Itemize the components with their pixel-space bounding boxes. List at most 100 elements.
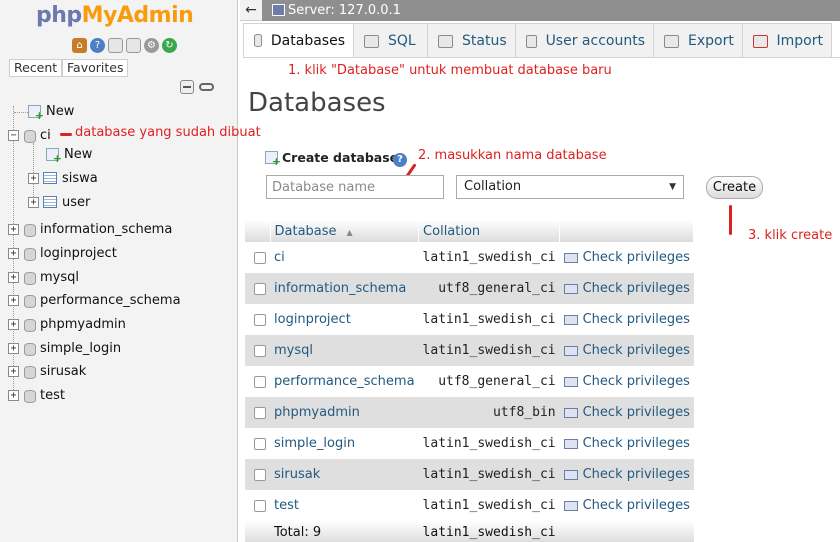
tree-item-loginproject[interactable]: + loginproject: [8, 243, 117, 263]
tree-item-mysql[interactable]: + mysql: [8, 267, 79, 287]
table-icon: [43, 172, 57, 184]
privileges-icon: [563, 500, 578, 511]
link-with-main-icon[interactable]: [199, 83, 214, 91]
home-icon[interactable]: ⌂: [72, 38, 87, 53]
check-privileges-label: Check privileges: [582, 374, 690, 389]
tab-label: SQL: [388, 33, 416, 49]
row-select-cell: [245, 304, 270, 335]
expand-icon[interactable]: +: [8, 318, 19, 330]
row-checkbox[interactable]: [254, 344, 266, 357]
recent-tab[interactable]: Recent: [9, 59, 63, 77]
expand-icon[interactable]: +: [8, 365, 19, 377]
docs-icon[interactable]: [108, 38, 123, 53]
total-blank-cell: [245, 521, 270, 542]
database-name-link[interactable]: sirusak: [274, 467, 320, 482]
database-name-link[interactable]: information_schema: [274, 281, 406, 296]
reload-icon[interactable]: ↻: [162, 38, 177, 53]
help-icon[interactable]: ?: [393, 153, 407, 167]
expand-icon[interactable]: +: [8, 342, 19, 354]
database-name-link[interactable]: test: [274, 498, 299, 513]
table-row: performance_schema utf8_general_ci Check p…: [245, 366, 694, 397]
tree-item-performance-schema[interactable]: + performance_schema: [8, 290, 181, 310]
collation-select[interactable]: Collation ▼: [456, 175, 684, 199]
tab-status[interactable]: Status: [427, 23, 516, 58]
help-icon[interactable]: ?: [90, 38, 105, 53]
gear-icon[interactable]: ⚙: [144, 38, 159, 53]
expand-icon[interactable]: +: [8, 247, 19, 259]
expand-icon[interactable]: +: [28, 196, 39, 208]
expand-icon[interactable]: +: [8, 271, 19, 283]
database-name-link[interactable]: mysql: [274, 343, 313, 358]
database-name-link[interactable]: loginproject: [274, 312, 351, 327]
database-icon: [23, 271, 36, 285]
row-checkbox[interactable]: [254, 313, 266, 326]
collapse-all-icon[interactable]: [180, 80, 194, 94]
expand-icon[interactable]: +: [8, 294, 19, 306]
database-icon: [23, 247, 36, 261]
page-title: Databases: [248, 88, 386, 118]
row-checkbox[interactable]: [254, 406, 266, 419]
tab-databases[interactable]: Databases: [243, 23, 354, 58]
copy-icon[interactable]: [126, 38, 141, 53]
create-button[interactable]: Create: [706, 176, 763, 199]
database-name-cell: sirusak: [270, 459, 419, 490]
tree-item-label: sirusak: [40, 363, 87, 379]
expand-icon[interactable]: +: [8, 223, 19, 235]
row-checkbox[interactable]: [254, 375, 266, 388]
tree-item-siswa[interactable]: + siswa: [28, 168, 98, 188]
tree-item-new[interactable]: New: [28, 101, 74, 122]
check-privileges-link[interactable]: Check privileges: [563, 436, 690, 451]
collation-cell: latin1_swedish_ci: [418, 335, 560, 366]
row-checkbox[interactable]: [254, 282, 266, 295]
database-name-cell: phpmyadmin: [270, 397, 419, 428]
check-privileges-link[interactable]: Check privileges: [563, 281, 690, 296]
row-checkbox[interactable]: [254, 468, 266, 481]
back-arrow-button[interactable]: ←: [240, 0, 262, 21]
annotation-mark-step3: [729, 205, 732, 235]
tab-sql[interactable]: SQL: [353, 23, 428, 58]
tab-user-accounts[interactable]: User accounts: [515, 23, 654, 58]
server-label[interactable]: Server: 127.0.0.1: [288, 3, 401, 18]
tree-item-ci-new[interactable]: New: [46, 144, 92, 165]
tree-item-user[interactable]: + user: [28, 192, 90, 212]
row-checkbox[interactable]: [254, 499, 266, 512]
row-checkbox[interactable]: [254, 437, 266, 450]
database-icon: [254, 34, 262, 47]
expand-icon[interactable]: +: [28, 172, 39, 184]
tree-item-phpmyadmin[interactable]: + phpmyadmin: [8, 314, 126, 334]
check-privileges-link[interactable]: Check privileges: [563, 250, 690, 265]
tree-item-information-schema[interactable]: + information_schema: [8, 219, 172, 239]
check-privileges-link[interactable]: Check privileges: [563, 498, 690, 513]
tree-item-simple-login[interactable]: + simple_login: [8, 338, 121, 358]
import-icon: [753, 34, 768, 48]
phpmyadmin-logo[interactable]: phpMyAdmin: [36, 3, 194, 28]
collapse-icon[interactable]: −: [8, 129, 19, 141]
database-name-cell: simple_login: [270, 428, 419, 459]
database-name-link[interactable]: phpmyadmin: [274, 405, 360, 420]
expand-icon[interactable]: +: [8, 389, 19, 401]
row-checkbox[interactable]: [254, 251, 266, 264]
check-privileges-link[interactable]: Check privileges: [563, 405, 690, 420]
tab-export[interactable]: Export: [653, 23, 743, 58]
collation-column-header[interactable]: Collation: [418, 220, 561, 242]
check-privileges-link[interactable]: Check privileges: [563, 374, 690, 389]
check-privileges-link[interactable]: Check privileges: [563, 312, 690, 327]
check-privileges-label: Check privileges: [582, 467, 690, 482]
database-name-input[interactable]: [266, 175, 444, 199]
tree-item-test[interactable]: + test: [8, 385, 65, 405]
check-privileges-link[interactable]: Check privileges: [563, 343, 690, 358]
tree-item-ci[interactable]: − ci: [8, 125, 51, 145]
database-name-link[interactable]: performance_schema: [274, 374, 415, 389]
tree-item-sirusak[interactable]: + sirusak: [8, 361, 86, 381]
check-privileges-link[interactable]: Check privileges: [563, 467, 690, 482]
tab-import[interactable]: Import: [742, 23, 832, 58]
database-icon: [23, 223, 36, 237]
favorites-tab[interactable]: Favorites: [62, 59, 129, 77]
database-name-link[interactable]: simple_login: [274, 436, 355, 451]
database-column-header[interactable]: Database ▲: [270, 220, 420, 242]
database-name-link[interactable]: ci: [274, 250, 285, 265]
privileges-icon: [563, 438, 578, 449]
tree-item-label: siswa: [62, 170, 98, 186]
database-icon: [23, 318, 36, 332]
privileges-icon: [563, 376, 578, 387]
